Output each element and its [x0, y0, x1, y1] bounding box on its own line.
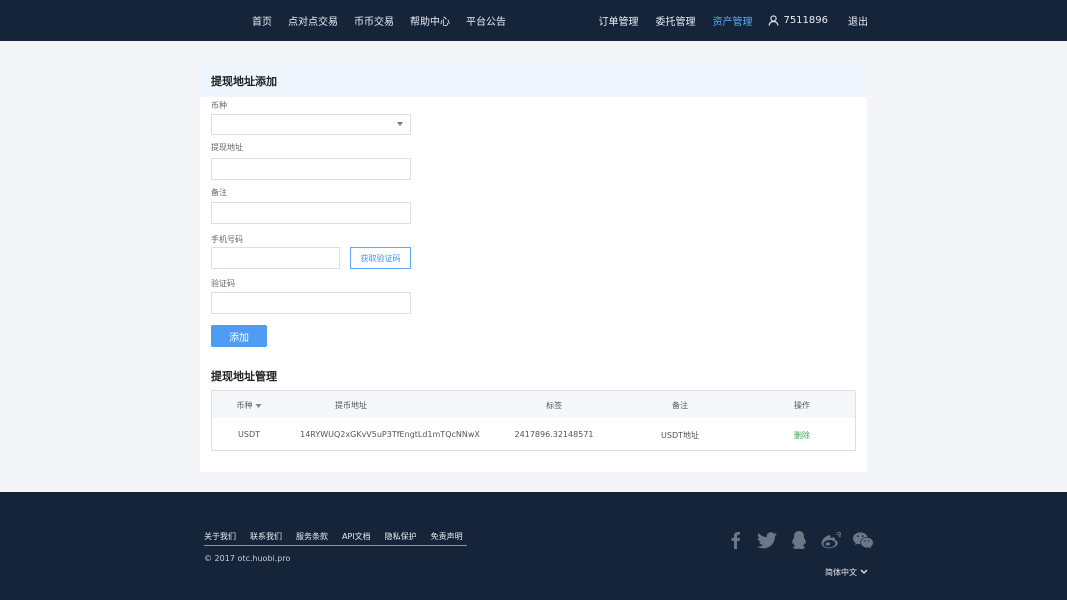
footer-links: 关于我们 联系我们 服务条款 API文档 隐私保护 免责声明 [204, 531, 467, 546]
twitter-icon[interactable] [756, 530, 778, 550]
footer-link-privacy[interactable]: 隐私保护 [385, 531, 417, 542]
withdraw-address-card: 提现地址添加 币种 提现地址 备注 手机号码 获取验证码 验证码 添加 提现地址… [200, 64, 867, 472]
weibo-icon[interactable] [820, 530, 842, 550]
delete-link[interactable]: 删除 [794, 430, 810, 441]
address-table: 币种 提币地址 标签 备注 操作 USDT 14RYWUQ2xGKvV5uP3T… [211, 390, 856, 451]
chevron-down-icon [397, 122, 403, 126]
nav-home[interactable]: 首页 [252, 13, 272, 28]
sort-down-icon [255, 403, 262, 408]
nav-orders[interactable]: 订单管理 [598, 13, 638, 28]
row-currency: USDT [238, 430, 260, 439]
qq-icon[interactable] [788, 530, 810, 550]
nav-right: 订单管理 委托管理 资产管理 7511896 退出 [581, 0, 868, 41]
footer-link-api[interactable]: API文档 [342, 531, 371, 542]
nav-assets[interactable]: 资产管理 [712, 13, 752, 28]
header-remark: 备注 [672, 401, 688, 410]
address-input[interactable] [211, 158, 411, 180]
language-selector[interactable]: 简体中文 [825, 567, 868, 578]
footer-link-terms[interactable]: 服务条款 [296, 531, 328, 542]
card-header: 提现地址添加 [200, 64, 867, 97]
currency-select[interactable] [211, 114, 411, 135]
top-nav: 首页 点对点交易 币币交易 帮助中心 平台公告 订单管理 委托管理 资产管理 7… [0, 0, 1067, 41]
copyright: © 2017 otc.huobi.pro [204, 554, 291, 563]
wechat-icon[interactable] [852, 530, 874, 550]
row-tag: 2417896.32148571 [514, 430, 594, 439]
code-label: 验证码 [211, 279, 235, 288]
address-label: 提现地址 [211, 143, 243, 152]
nav-help-center[interactable]: 帮助中心 [410, 13, 450, 28]
remark-input[interactable] [211, 202, 411, 224]
table-header: 币种 提币地址 标签 备注 操作 [212, 391, 855, 418]
table-row: USDT 14RYWUQ2xGKvV5uP3TfEngtLd1mTQcNNwX … [212, 418, 855, 450]
get-code-button[interactable]: 获取验证码 [350, 247, 411, 269]
logout-link[interactable]: 退出 [848, 13, 868, 28]
header-currency[interactable]: 币种 [237, 400, 262, 411]
social-icons [724, 530, 874, 550]
nav-coin-trade[interactable]: 币币交易 [354, 13, 394, 28]
nav-p2p-trade[interactable]: 点对点交易 [288, 13, 338, 28]
nav-left: 首页 点对点交易 币币交易 帮助中心 平台公告 [252, 0, 522, 41]
currency-label: 币种 [211, 101, 227, 110]
code-input[interactable] [211, 292, 411, 314]
manage-title: 提现地址管理 [211, 370, 277, 383]
header-address: 提币地址 [335, 401, 367, 410]
row-address: 14RYWUQ2xGKvV5uP3TfEngtLd1mTQcNNwX [300, 430, 480, 439]
nav-user[interactable]: 7511896 [768, 15, 828, 26]
language-label: 简体中文 [825, 568, 857, 577]
header-action: 操作 [794, 401, 810, 410]
footer-link-disclaimer[interactable]: 免责声明 [431, 531, 463, 542]
footer: 关于我们 联系我们 服务条款 API文档 隐私保护 免责声明 © 2017 ot… [0, 492, 1067, 600]
header-tag: 标签 [546, 401, 562, 410]
chevron-down-icon [860, 568, 868, 577]
phone-input[interactable] [211, 247, 340, 269]
username: 7511896 [783, 15, 828, 26]
remark-label: 备注 [211, 188, 227, 197]
form-title: 提现地址添加 [211, 74, 277, 88]
nav-announcements[interactable]: 平台公告 [466, 13, 506, 28]
footer-link-about[interactable]: 关于我们 [204, 531, 236, 542]
row-remark: USDT地址 [661, 431, 699, 440]
nav-entrust[interactable]: 委托管理 [655, 13, 695, 28]
facebook-icon[interactable] [724, 530, 746, 550]
user-icon [768, 15, 779, 26]
add-button[interactable]: 添加 [211, 325, 267, 347]
phone-label: 手机号码 [211, 235, 243, 244]
footer-link-contact[interactable]: 联系我们 [250, 531, 282, 542]
